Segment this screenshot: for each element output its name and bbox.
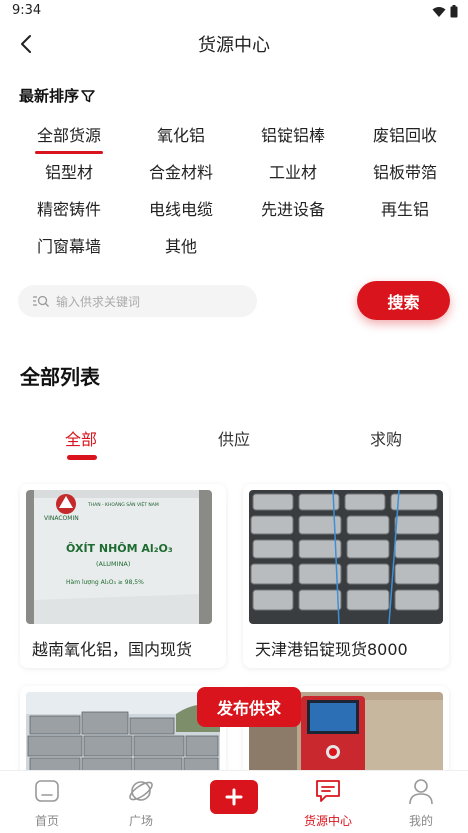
bag-brand: VINACOMIN bbox=[44, 515, 79, 522]
add-button[interactable] bbox=[210, 780, 258, 814]
tab-supply[interactable]: 供应 bbox=[218, 426, 250, 450]
bottom-nav-add[interactable] bbox=[187, 771, 281, 833]
planet-icon bbox=[129, 781, 153, 801]
wifi-icon bbox=[432, 6, 446, 17]
category-grid: 全部货源 氧化铝 铝锭铝棒 废铝回收 铝型材 合金材料 工业材 铝板带箔 精密铸… bbox=[13, 123, 461, 271]
category-casting[interactable]: 精密铸件 bbox=[13, 197, 125, 234]
battery-icon bbox=[450, 5, 458, 18]
category-alumina[interactable]: 氧化铝 bbox=[125, 123, 237, 160]
category-curtain-wall[interactable]: 门窗幕墙 bbox=[13, 234, 125, 271]
listing-image: VINACOMIN THAN - KHOÁNG SẢN VIỆT NAM ÔXÍ… bbox=[26, 490, 212, 624]
listing-image bbox=[26, 692, 220, 776]
sort-label: 最新排序 bbox=[19, 87, 80, 105]
page-title: 货源中心 bbox=[198, 35, 270, 56]
nav-bar: 货源中心 bbox=[0, 24, 468, 64]
tab-indicator bbox=[67, 455, 97, 460]
status-bar: 9:34 bbox=[0, 0, 468, 24]
status-time: 9:34 bbox=[12, 3, 42, 18]
listing-title: 天津港铝锭现货8000 bbox=[255, 640, 408, 659]
search-icon bbox=[33, 295, 49, 307]
bag-grade: Hàm lượng Al₂O₃ ≥ 98,5% bbox=[66, 579, 144, 586]
category-cable[interactable]: 电线电缆 bbox=[125, 197, 237, 234]
listing-image bbox=[249, 490, 443, 624]
list-tabs: 全部 供应 求购 bbox=[0, 422, 468, 466]
category-equipment[interactable]: 先进设备 bbox=[237, 197, 349, 234]
bottom-nav-mine[interactable]: 我的 bbox=[374, 771, 468, 833]
bag-product: ÔXÍT NHÔM Al₂O₃ bbox=[66, 542, 173, 555]
tab-all[interactable]: 全部 bbox=[65, 426, 97, 450]
home-icon bbox=[35, 780, 59, 802]
status-icons bbox=[432, 5, 458, 18]
search-placeholder: 输入供求关键词 bbox=[56, 294, 141, 309]
section-title: 全部列表 bbox=[20, 365, 100, 389]
listing-title: 越南氧化铝，国内现货 bbox=[32, 640, 193, 659]
category-sheet-foil[interactable]: 铝板带箔 bbox=[349, 160, 461, 197]
bottom-nav-label: 货源中心 bbox=[303, 814, 352, 828]
bottom-nav-source-center[interactable]: 货源中心 bbox=[281, 771, 375, 833]
filter-icon bbox=[81, 89, 95, 102]
category-industrial[interactable]: 工业材 bbox=[237, 160, 349, 197]
category-alloy[interactable]: 合金材料 bbox=[125, 160, 237, 197]
bottom-nav-square[interactable]: 广场 bbox=[94, 771, 188, 833]
category-profile[interactable]: 铝型材 bbox=[13, 160, 125, 197]
search-button[interactable]: 搜索 bbox=[357, 281, 450, 320]
category-all[interactable]: 全部货源 bbox=[13, 123, 125, 160]
bottom-nav-label: 广场 bbox=[128, 814, 153, 828]
bottom-nav-label: 首页 bbox=[34, 814, 59, 828]
listing-card[interactable]: VINACOMIN THAN - KHOÁNG SẢN VIỆT NAM ÔXÍ… bbox=[20, 484, 226, 668]
category-other[interactable]: 其他 bbox=[125, 234, 237, 271]
bottom-nav-home[interactable]: 首页 bbox=[0, 771, 94, 833]
publish-button[interactable]: 发布供求 bbox=[197, 687, 301, 727]
category-recycled[interactable]: 再生铝 bbox=[349, 197, 461, 234]
listing-card[interactable]: 天津港铝锭现货8000 bbox=[243, 484, 449, 668]
bottom-nav-label: 我的 bbox=[408, 814, 433, 828]
category-ingot-rod[interactable]: 铝锭铝棒 bbox=[237, 123, 349, 160]
user-icon bbox=[409, 779, 433, 805]
sort-toggle[interactable]: 最新排序 bbox=[19, 85, 95, 106]
message-icon bbox=[316, 780, 340, 802]
add-icon bbox=[225, 788, 243, 806]
listing-card[interactable] bbox=[20, 686, 226, 776]
tab-demand[interactable]: 求购 bbox=[370, 426, 402, 450]
search-input[interactable]: 输入供求关键词 bbox=[18, 285, 257, 317]
bag-subtitle: (ALUMINA) bbox=[96, 560, 130, 568]
bottom-nav: 首页 广场 货源中心 我的 bbox=[0, 770, 468, 833]
category-scrap[interactable]: 废铝回收 bbox=[349, 123, 461, 160]
